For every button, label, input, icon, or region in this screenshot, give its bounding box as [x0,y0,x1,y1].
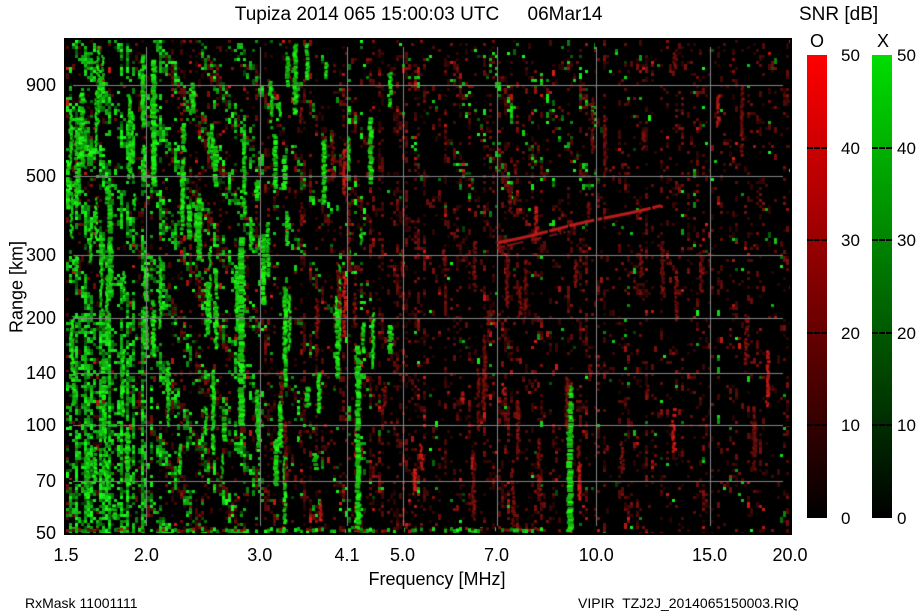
y-tick-label: 500 [25,165,56,186]
x-tick-label: 3.0 [247,545,273,565]
x-tick-label: 1.5 [53,545,79,565]
y-tick-label: 140 [25,363,56,384]
colorbar-tick-dash [807,424,827,427]
y-tick-label: 70 [35,470,56,491]
x-tick-label: 4.1 [334,545,360,565]
y-tick-label: 200 [25,307,56,328]
colorbar-tick-label: 50 [897,46,916,65]
colorbar-tick-dash [872,331,892,334]
y-tick-label: 100 [25,415,56,436]
y-tick-label: 300 [25,245,56,266]
colorbar-tick-label: 50 [841,46,860,65]
x-axis-label: Frequency [MHz] [368,569,506,589]
colorbar-tick-dash [807,239,827,242]
x-colorbar [872,55,892,518]
colorbar-tick-label: 0 [841,509,851,528]
colorbar-tick-dash [872,239,892,242]
colorbar-tick-label: 20 [897,323,916,343]
x-channel-label: X [876,31,890,51]
rxmask-label: RxMask 11001111 [25,595,138,611]
colorbar-tick-label: 30 [841,231,860,251]
colorbar-tick-label: 0 [897,509,907,528]
ionogram-page: Tupiza 2014 065 15:00:03 UTC 06Mar14 SNR… [0,0,922,614]
colorbar-tick-label: 10 [841,416,860,436]
colorbar-tick-label: 40 [841,138,860,158]
date-label: 06Mar14 [527,4,603,25]
ionogram-plot-area [64,38,792,535]
x-tick-label: 20.0 [772,545,808,565]
o-channel-label: O [809,31,825,51]
colorbar-tick-label: 40 [897,138,916,158]
colorbar-tick-dash [872,146,892,149]
o-colorbar [807,55,827,518]
colorbar-tick-label: 30 [897,231,916,251]
x-tick-label: 2.0 [133,545,159,565]
x-tick-label: 15.0 [692,545,728,565]
filename-label: VIPIR TZJ2J_2014065150003.RIQ [578,595,799,611]
colorbar-tick-dash [872,424,892,427]
colorbar-title: SNR [dB] [799,4,879,25]
y-tick-label: 50 [35,523,56,543]
y-tick-label: 900 [25,74,56,95]
colorbar-tick-label: 20 [841,323,860,343]
colorbar-tick-dash [807,146,827,149]
colorbar-tick-dash [807,331,827,334]
x-tick-label: 7.0 [484,545,510,565]
x-tick-label: 5.0 [390,545,416,565]
page-title: Tupiza 2014 065 15:00:03 UTC [234,4,500,25]
x-tick-label: 10.0 [578,545,614,565]
colorbar-tick-label: 10 [897,416,916,436]
